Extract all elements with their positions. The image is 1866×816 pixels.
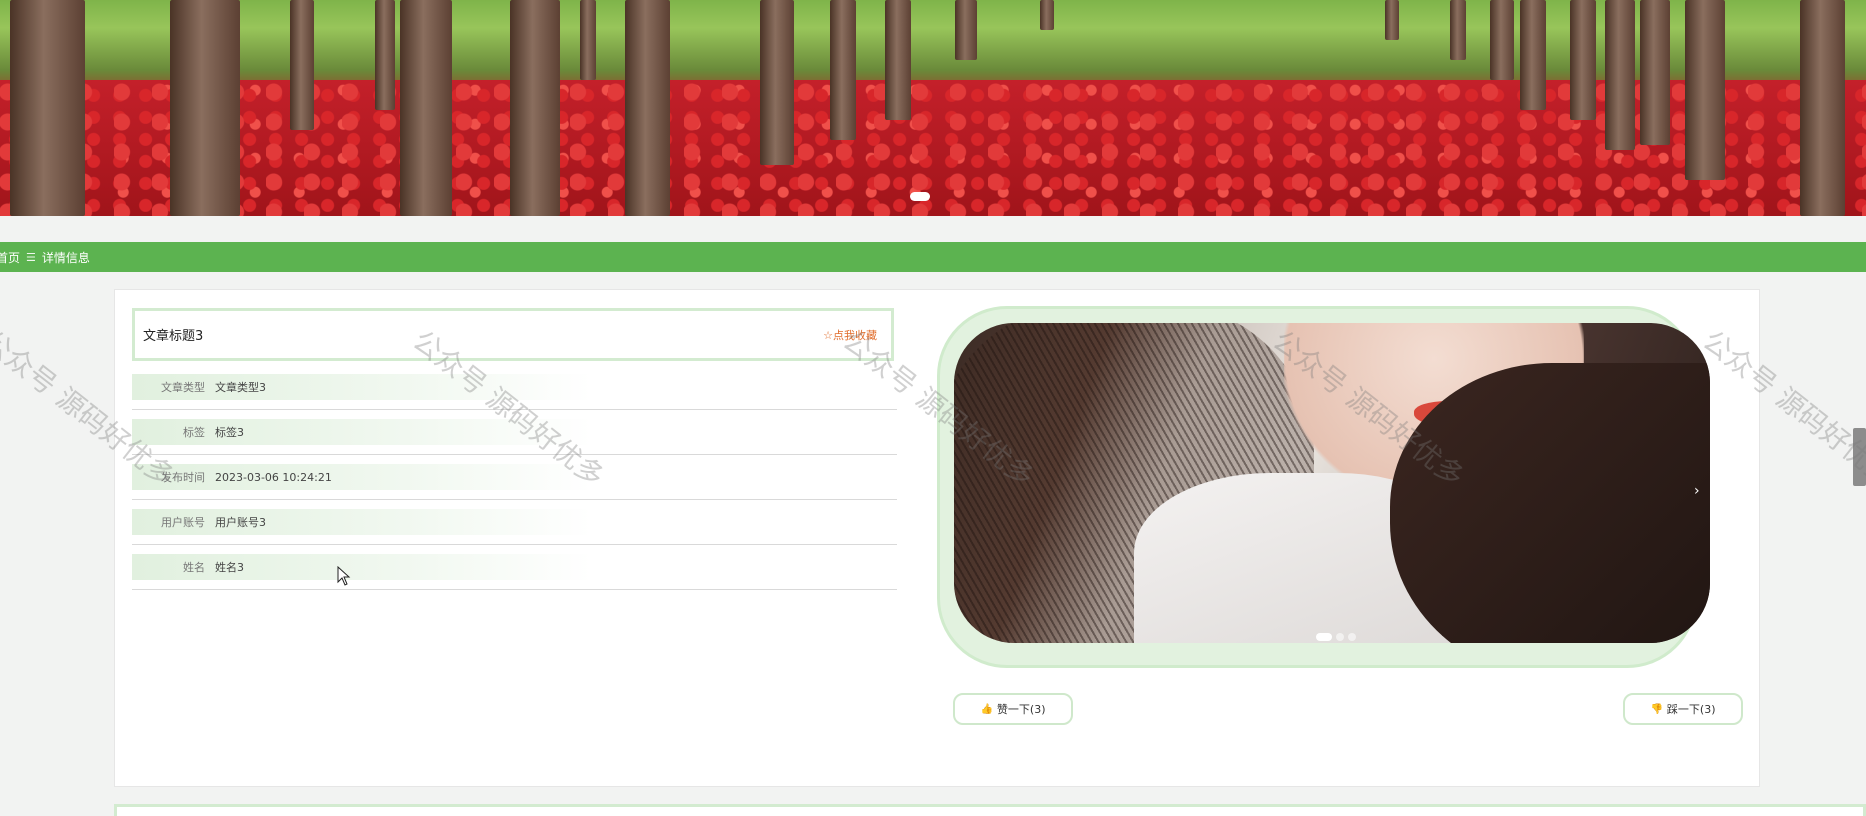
field-value: 2023-03-06 10:24:21 bbox=[215, 470, 332, 484]
next-section-box bbox=[114, 804, 1866, 816]
field-value: 姓名3 bbox=[215, 561, 244, 574]
collect-button[interactable]: ☆点我收藏 bbox=[823, 327, 877, 343]
info-list: 文章类型 文章类型3 标签 标签3 发布时间 2023-03-06 10:24:… bbox=[132, 365, 897, 590]
article-image[interactable]: › bbox=[954, 323, 1710, 643]
article-title: 文章标题3 bbox=[143, 329, 204, 344]
banner-tree bbox=[1520, 0, 1546, 110]
dislike-button[interactable]: 👎 踩一下(3) bbox=[1623, 693, 1743, 725]
banner-tree bbox=[1605, 0, 1635, 150]
banner-tree bbox=[1570, 0, 1596, 120]
banner-tree bbox=[1450, 0, 1466, 60]
banner-tree bbox=[760, 0, 794, 165]
carousel-dot[interactable] bbox=[1348, 633, 1356, 641]
banner-tree bbox=[1800, 0, 1845, 216]
breadcrumb-current: 详情信息 bbox=[41, 250, 90, 265]
breadcrumb: 首页 ☰ 详情信息 bbox=[0, 242, 1866, 272]
banner-tree bbox=[510, 0, 560, 216]
field-label: 文章类型 bbox=[161, 381, 205, 394]
mouse-cursor-icon bbox=[337, 566, 351, 586]
field-label: 用户账号 bbox=[161, 516, 205, 529]
field-value: 用户账号3 bbox=[215, 516, 266, 529]
info-row-user-account: 用户账号 用户账号3 bbox=[132, 500, 897, 545]
carousel-dot[interactable] bbox=[1316, 633, 1332, 641]
field-label: 发布时间 bbox=[161, 471, 205, 484]
breadcrumb-separator-icon: ☰ bbox=[26, 250, 36, 264]
detail-panel: 文章标题3 ☆点我收藏 文章类型 文章类型3 标签 标签3 发布时间 2023-… bbox=[114, 289, 1760, 787]
carousel-next-icon[interactable]: › bbox=[1694, 483, 1700, 499]
banner-tree bbox=[830, 0, 856, 140]
like-button[interactable]: 👍 赞一下(3) bbox=[953, 693, 1073, 725]
info-row-publish-time: 发布时间 2023-03-06 10:24:21 bbox=[132, 455, 897, 500]
carousel-indicators bbox=[1316, 633, 1356, 641]
like-label: 赞一下(3) bbox=[996, 703, 1046, 716]
banner-tree bbox=[955, 0, 977, 60]
banner-carousel-dot[interactable] bbox=[910, 192, 930, 201]
banner-tree bbox=[1685, 0, 1725, 180]
banner-tree bbox=[1385, 0, 1399, 40]
banner-tree bbox=[290, 0, 314, 130]
banner-tree bbox=[580, 0, 596, 80]
banner-tree bbox=[375, 0, 395, 110]
banner-tree bbox=[625, 0, 670, 216]
dislike-label: 踩一下(3) bbox=[1666, 703, 1716, 716]
thumbs-down-icon: 👎 bbox=[1650, 703, 1663, 715]
banner-tree bbox=[885, 0, 911, 120]
banner-tree bbox=[1640, 0, 1670, 145]
info-row-tag: 标签 标签3 bbox=[132, 410, 897, 455]
banner-tree bbox=[1490, 0, 1514, 80]
carousel-dot[interactable] bbox=[1336, 633, 1344, 641]
breadcrumb-home-link[interactable]: 首页 bbox=[0, 249, 20, 266]
banner-tree bbox=[170, 0, 240, 216]
info-row-article-type: 文章类型 文章类型3 bbox=[132, 365, 897, 410]
banner-tree bbox=[400, 0, 452, 216]
article-title-box: 文章标题3 ☆点我收藏 bbox=[132, 308, 894, 361]
banner-tree bbox=[10, 0, 85, 216]
field-label: 标签 bbox=[183, 426, 205, 439]
field-value: 标签3 bbox=[215, 426, 244, 439]
field-value: 文章类型3 bbox=[215, 381, 266, 394]
scrollbar-thumb[interactable] bbox=[1853, 428, 1866, 486]
thumbs-up-icon: 👍 bbox=[980, 703, 993, 715]
field-label: 姓名 bbox=[183, 561, 205, 574]
top-banner bbox=[0, 0, 1866, 216]
banner-tree bbox=[1040, 0, 1054, 30]
info-row-name: 姓名 姓名3 bbox=[132, 545, 897, 590]
